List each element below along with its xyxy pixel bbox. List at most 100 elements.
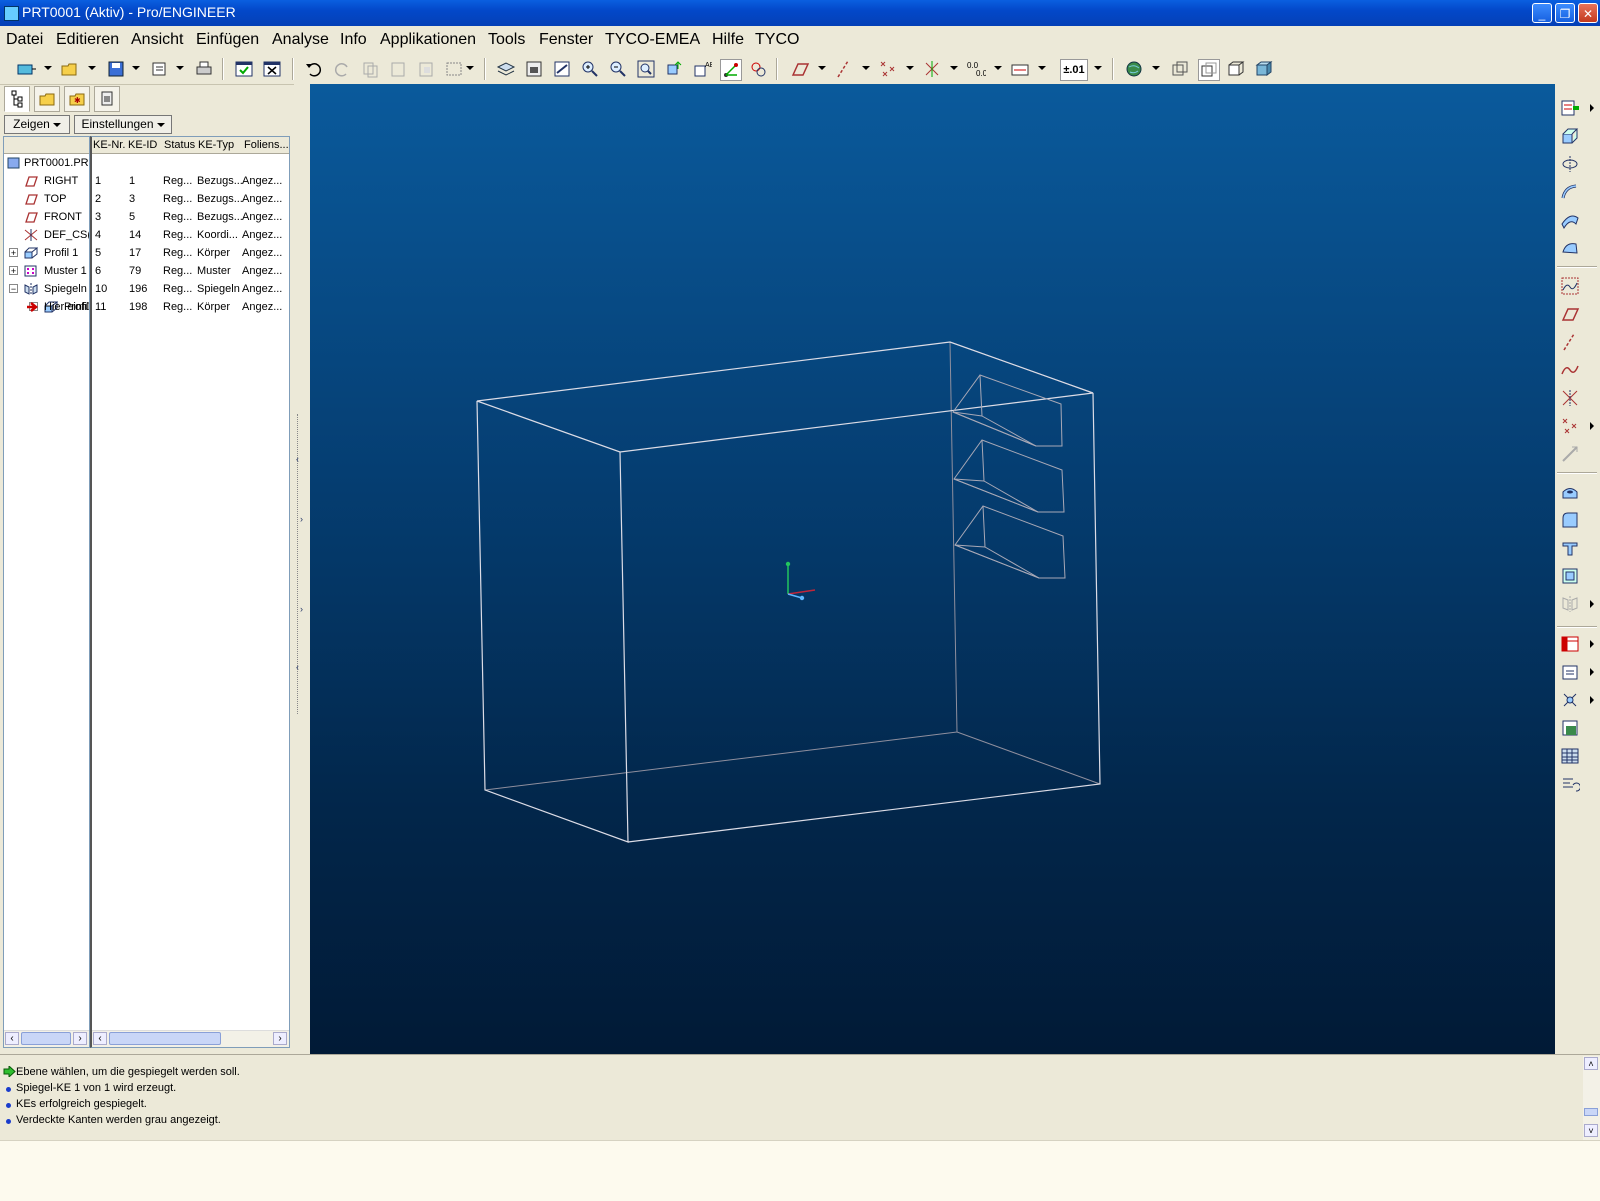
zoom-in-icon[interactable] (580, 59, 600, 79)
scroll-up-icon[interactable]: ˄ (1584, 1057, 1598, 1070)
expand-icon[interactable]: + (9, 266, 18, 276)
tree-root[interactable]: PRT0001.PR (4, 154, 89, 172)
menu-ansicht[interactable]: Ansicht (131, 31, 183, 49)
scroll-down-icon[interactable]: ˅ (1584, 1124, 1598, 1137)
boundary-blend-icon[interactable] (1560, 238, 1580, 258)
tree-item[interactable]: + Muster 1 (4, 262, 89, 280)
family-table-dropdown[interactable] (1590, 640, 1594, 648)
table-row[interactable]: 1 1 Reg... Bezugs... Angez... (92, 172, 289, 190)
paste-icon[interactable] (388, 59, 408, 79)
intent-manager-icon[interactable] (1560, 98, 1580, 118)
reorient-icon[interactable] (664, 59, 684, 79)
family-table-icon[interactable] (1560, 634, 1580, 654)
scroll-right-icon[interactable]: › (273, 1032, 287, 1045)
wireframe-icon[interactable] (1170, 59, 1190, 79)
annotation-display-dropdown[interactable] (1038, 66, 1046, 70)
undo-icon[interactable] (304, 59, 324, 79)
datum-points-tool-dropdown[interactable] (1590, 422, 1594, 430)
tree-insert-here[interactable]: Hier einfü (4, 298, 89, 316)
globe-icon[interactable] (1124, 59, 1144, 79)
relations-icon[interactable] (1560, 662, 1580, 682)
settings-menu-button[interactable]: Einstellungen (74, 115, 172, 134)
intent-dropdown[interactable] (1590, 104, 1594, 112)
datum-curve-tool-icon[interactable] (1560, 360, 1580, 380)
scroll-thumb[interactable] (1584, 1108, 1598, 1116)
mirror-tool-dropdown[interactable] (1590, 600, 1594, 608)
parameters-dropdown[interactable] (1590, 696, 1594, 704)
round-tool-icon[interactable] (1560, 510, 1580, 530)
expand-right-icon[interactable]: › (300, 514, 303, 524)
menu-applikationen[interactable]: Applikationen (380, 31, 476, 49)
save-copy-dropdown[interactable] (176, 66, 184, 70)
switch-dimensions-icon[interactable] (1560, 774, 1580, 794)
col-ke-id[interactable]: KE-ID (128, 137, 157, 153)
table-row[interactable]: 2 3 Reg... Bezugs... Angez... (92, 190, 289, 208)
select-box-icon[interactable] (444, 59, 464, 79)
hole-tool-icon[interactable] (1560, 482, 1580, 502)
menu-analyse[interactable]: Analyse (272, 31, 329, 49)
panel-splitter[interactable]: ‹ › › ‹ (294, 84, 310, 1054)
tolerance-display-toggle[interactable]: ±.01 (1060, 59, 1088, 81)
restore-button[interactable]: ❐ (1555, 3, 1575, 23)
menu-fenster[interactable]: Fenster (539, 31, 593, 49)
save-dropdown[interactable] (132, 66, 140, 70)
table-icon[interactable] (1560, 746, 1580, 766)
datum-axis-tool-icon[interactable] (1560, 332, 1580, 352)
new-dropdown[interactable] (44, 66, 52, 70)
activate-window-icon[interactable] (234, 59, 254, 79)
columns-horizontal-scrollbar[interactable]: ‹ › (92, 1030, 289, 1047)
menu-editieren[interactable]: Editieren (56, 31, 119, 49)
tab-connections[interactable] (94, 86, 120, 112)
close-window-icon[interactable] (262, 59, 282, 79)
scroll-thumb[interactable] (21, 1032, 71, 1045)
repaint-icon[interactable] (552, 59, 572, 79)
datum-points-dropdown[interactable] (906, 66, 914, 70)
tree-item[interactable]: FRONT (4, 208, 89, 226)
zoom-out-icon[interactable] (608, 59, 628, 79)
datum-axes-icon[interactable] (834, 59, 854, 79)
new-file-icon[interactable] (16, 59, 36, 79)
minimize-button[interactable]: _ (1532, 3, 1552, 23)
tab-favorites[interactable]: ✱ (64, 86, 90, 112)
refit-icon[interactable] (636, 59, 656, 79)
datum-points-icon[interactable] (878, 59, 898, 79)
graphics-viewport[interactable] (310, 84, 1555, 1054)
table-row[interactable]: 10 196 Reg... Spiegeln Angez... (92, 280, 289, 298)
table-row[interactable]: 11 198 Reg... Körper Angez... (92, 298, 289, 316)
dimension-display-dropdown[interactable] (994, 66, 1002, 70)
expand-right-icon[interactable]: › (300, 604, 303, 614)
tree-item[interactable]: + Profil 1 (4, 244, 89, 262)
shading-icon[interactable] (1254, 59, 1274, 79)
annotation-display-icon[interactable] (1010, 59, 1030, 79)
collapse-left-icon[interactable]: ‹ (296, 454, 299, 464)
menu-tools[interactable]: Tools (488, 31, 525, 49)
globe-dropdown[interactable] (1152, 66, 1160, 70)
scroll-right-icon[interactable]: › (73, 1032, 87, 1045)
table-row[interactable]: 3 5 Reg... Bezugs... Angez... (92, 208, 289, 226)
collapse-icon[interactable]: − (9, 284, 18, 294)
print-icon[interactable] (194, 59, 214, 79)
command-input-area[interactable] (0, 1140, 1600, 1201)
tab-model-tree[interactable] (4, 86, 30, 112)
mirror-tool-icon[interactable] (1560, 594, 1580, 614)
table-row[interactable]: 5 17 Reg... Körper Angez... (92, 244, 289, 262)
tree-horizontal-scrollbar[interactable]: ‹ › (4, 1030, 89, 1047)
save-icon[interactable] (106, 59, 126, 79)
show-menu-button[interactable]: Zeigen (4, 115, 70, 134)
menu-info[interactable]: Info (340, 31, 367, 49)
open-folder-icon[interactable] (60, 59, 80, 79)
coordinate-systems-icon[interactable] (922, 59, 942, 79)
menu-hilfe[interactable]: Hilfe (712, 31, 744, 49)
col-folien[interactable]: Foliens... (244, 137, 289, 153)
menu-tyco[interactable]: TYCO (755, 31, 799, 49)
datum-display-icon[interactable] (748, 59, 768, 79)
datum-points-tool-icon[interactable] (1560, 416, 1580, 436)
draft-tool-icon[interactable] (1560, 566, 1580, 586)
datum-planes-icon[interactable] (790, 59, 810, 79)
save-copy-icon[interactable] (150, 59, 170, 79)
tree-item[interactable]: TOP (4, 190, 89, 208)
datum-point-tool-icon[interactable] (1560, 388, 1580, 408)
col-ke-nr[interactable]: KE-Nr. (93, 137, 125, 153)
menu-einfuegen[interactable]: Einfügen (196, 31, 259, 49)
scroll-left-icon[interactable]: ‹ (93, 1032, 107, 1045)
